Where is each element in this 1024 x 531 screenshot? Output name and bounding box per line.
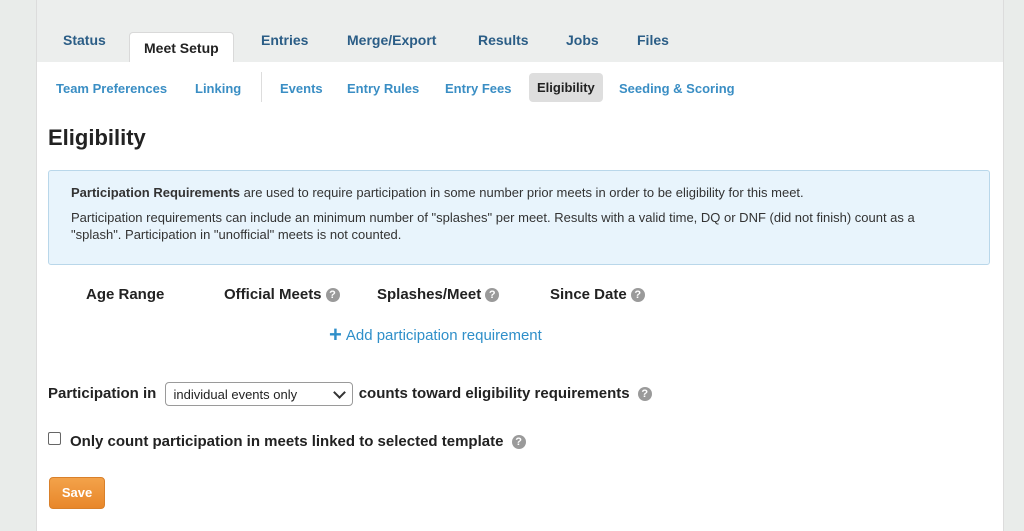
main-panel: Status Meet Setup Entries Merge/Export R… <box>36 0 1004 531</box>
plus-icon: + <box>329 322 342 347</box>
subnav-seeding-scoring[interactable]: Seeding & Scoring <box>619 81 735 96</box>
info-line-2: Participation requirements can include a… <box>71 210 915 242</box>
sub-navigation: Team Preferences Linking Events Entry Ru… <box>37 62 1003 112</box>
tab-files[interactable]: Files <box>637 32 669 48</box>
header-splashes-per-meet: Splashes/Meet? <box>377 286 500 303</box>
subnav-linking[interactable]: Linking <box>195 81 241 96</box>
linked-template-checkbox[interactable] <box>48 432 61 445</box>
help-icon[interactable]: ? <box>637 386 652 401</box>
subnav-team-preferences[interactable]: Team Preferences <box>56 81 167 96</box>
tab-merge-export[interactable]: Merge/Export <box>347 32 436 48</box>
linked-template-row: Only count participation in meets linked… <box>48 432 526 450</box>
header-age-range-label: Age Range <box>86 286 165 303</box>
help-icon[interactable]: ? <box>325 288 340 302</box>
tab-status[interactable]: Status <box>63 32 106 48</box>
help-icon[interactable]: ? <box>485 288 500 302</box>
subnav-eligibility[interactable]: Eligibility <box>529 73 603 102</box>
header-splashes-label: Splashes/Meet <box>377 286 482 303</box>
tab-jobs[interactable]: Jobs <box>566 32 599 48</box>
participation-suffix: counts toward eligibility requirements <box>358 384 630 402</box>
page-title: Eligibility <box>48 125 146 150</box>
info-bold-lead: Participation Requirements <box>71 185 241 200</box>
participation-select[interactable]: individual events only <box>164 382 353 406</box>
header-official-meets-label: Official Meets <box>224 286 322 303</box>
header-since-date: Since Date? <box>550 286 645 303</box>
subnav-events[interactable]: Events <box>280 81 323 96</box>
header-official-meets: Official Meets? <box>224 286 340 303</box>
header-age-range: Age Range <box>86 286 164 303</box>
save-button[interactable]: Save <box>49 477 105 509</box>
subnav-entry-fees[interactable]: Entry Fees <box>445 81 511 96</box>
linked-template-label[interactable]: Only count participation in meets linked… <box>70 433 503 450</box>
tab-results[interactable]: Results <box>478 32 529 48</box>
subnav-entry-rules[interactable]: Entry Rules <box>347 81 419 96</box>
participation-select-value: individual events only <box>173 387 298 402</box>
info-box: Participation Requirements are used to r… <box>48 170 990 265</box>
info-line-1: Participation Requirements are used to r… <box>71 184 967 201</box>
info-line-1-rest: are used to require participation in som… <box>240 185 804 200</box>
tab-bar: Status Meet Setup Entries Merge/Export R… <box>37 18 1003 64</box>
top-strip <box>37 0 1003 19</box>
tab-meet-setup[interactable]: Meet Setup <box>129 32 234 64</box>
add-participation-requirement-link[interactable]: + Add participation requirement <box>329 322 542 348</box>
help-icon[interactable]: ? <box>630 288 645 302</box>
chevron-down-icon <box>332 386 346 399</box>
participation-row: Participation in individual events only … <box>48 382 652 406</box>
content-area: Eligibility Participation Requirements a… <box>37 112 1003 531</box>
participation-prefix: Participation in <box>48 384 157 402</box>
add-requirement-label: Add participation requirement <box>345 327 542 344</box>
header-since-date-label: Since Date <box>550 286 627 303</box>
help-icon[interactable]: ? <box>511 435 526 449</box>
tab-entries[interactable]: Entries <box>261 32 308 48</box>
tab-meet-setup-label: Meet Setup <box>144 40 219 56</box>
subnav-divider <box>261 72 262 102</box>
